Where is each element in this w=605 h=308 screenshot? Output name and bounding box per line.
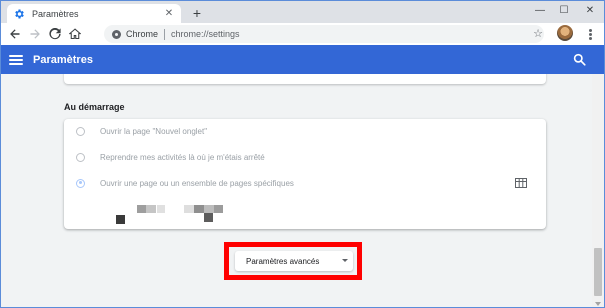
startup-option-new-tab[interactable]: Ouvrir la page "Nouvel onglet": [76, 124, 536, 138]
tab-title: Paramètres: [32, 8, 79, 19]
new-tab-button[interactable]: +: [189, 4, 205, 22]
pages-grid-icon[interactable]: [515, 178, 527, 188]
settings-header: Paramètres: [1, 45, 604, 74]
reload-button[interactable]: [45, 24, 65, 44]
tab-close-icon[interactable]: ✕: [163, 8, 175, 19]
profile-avatar[interactable]: [557, 25, 573, 41]
tab-strip: Paramètres ✕ + — ☐ ✕: [1, 1, 604, 23]
section-title-startup: Au démarrage: [64, 102, 125, 112]
close-window-button[interactable]: ✕: [576, 1, 604, 19]
chrome-site-icon: [112, 29, 121, 39]
omnibox-divider: [164, 28, 166, 40]
page-title: Paramètres: [33, 53, 93, 66]
radio-label: Ouvrir la page "Nouvel onglet": [100, 126, 208, 136]
back-button[interactable]: [5, 24, 25, 44]
chrome-menu-button[interactable]: [583, 25, 597, 43]
site-chip-label: Chrome: [126, 29, 159, 39]
previous-section-card: [64, 74, 546, 84]
radio-button-checked[interactable]: [76, 178, 85, 188]
startup-card: Ouvrir la page "Nouvel onglet" Reprendre…: [64, 119, 546, 229]
maximize-button[interactable]: ☐: [552, 1, 576, 19]
reload-icon: [49, 28, 61, 40]
scrollbar[interactable]: [592, 74, 604, 307]
url-text: chrome://settings: [171, 29, 240, 39]
home-icon: [69, 28, 81, 40]
radio-button[interactable]: [76, 152, 85, 162]
blurred-page-entries: [100, 203, 300, 227]
browser-toolbar: Chrome chrome://settings ☆: [1, 23, 604, 45]
radio-button[interactable]: [76, 126, 85, 136]
scroll-down-arrow-icon[interactable]: [595, 302, 601, 306]
advanced-settings-button[interactable]: Paramètres avancés: [235, 251, 353, 271]
chevron-down-icon: [342, 259, 348, 262]
radio-label: Ouvrir une page ou un ensemble de pages …: [100, 178, 294, 188]
arrow-right-icon: [30, 29, 40, 39]
scrollbar-thumb[interactable]: [594, 248, 602, 296]
settings-content: Au démarrage Ouvrir la page "Nouvel ongl…: [1, 74, 604, 307]
startup-option-specific-pages[interactable]: Ouvrir une page ou un ensemble de pages …: [76, 176, 536, 190]
search-icon[interactable]: [573, 53, 586, 66]
gear-icon: [15, 9, 24, 18]
home-button[interactable]: [65, 24, 85, 44]
radio-label: Reprendre mes activités là où je m'étais…: [100, 152, 265, 162]
browser-window: Paramètres ✕ + — ☐ ✕ Chrome chrome://set…: [0, 0, 605, 308]
address-bar[interactable]: Chrome chrome://settings: [104, 25, 544, 43]
hamburger-menu-icon[interactable]: [9, 54, 23, 65]
advanced-settings-label: Paramètres avancés: [246, 256, 320, 266]
arrow-left-icon: [10, 29, 20, 39]
tab-settings[interactable]: Paramètres ✕: [7, 4, 181, 23]
forward-button[interactable]: [25, 24, 45, 44]
window-controls: — ☐ ✕: [528, 1, 604, 19]
bookmark-star-icon[interactable]: ☆: [531, 26, 545, 40]
startup-option-continue[interactable]: Reprendre mes activités là où je m'étais…: [76, 150, 536, 164]
more-vert-icon: [588, 28, 592, 41]
minimize-button[interactable]: —: [528, 1, 552, 19]
